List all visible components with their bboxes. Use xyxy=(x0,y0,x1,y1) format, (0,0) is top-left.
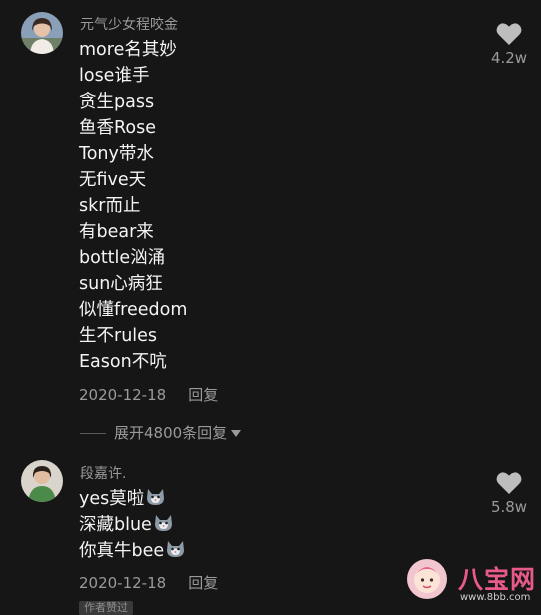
comment-line: 有bear来 xyxy=(79,222,154,242)
comment-line: 你真牛bee xyxy=(79,538,186,564)
comment-line: bottle汹涌 xyxy=(79,248,166,268)
expand-replies-label: 展开4800条回复 xyxy=(114,424,228,442)
expand-replies-button[interactable]: 展开4800条回复 xyxy=(80,422,242,443)
comment-line: 似懂freedom xyxy=(79,300,188,320)
comment-date: 2020-12-18 xyxy=(79,386,167,404)
heart-icon xyxy=(496,23,522,45)
cat-face-emoji-icon xyxy=(147,489,165,505)
like-count: 5.8w xyxy=(490,498,528,516)
comment-line: Tony带水 xyxy=(79,144,154,164)
comment-line: 生不rules xyxy=(79,326,158,346)
comment-item: 元气少女程咬金 more名其妙 lose谁手 贪生pass 鱼香Rose Ton… xyxy=(0,0,541,450)
comment-meta: 2020-12-18 回复 xyxy=(79,384,218,405)
divider xyxy=(80,433,106,434)
comment-line-text: 深藏blue xyxy=(79,515,152,535)
reply-button[interactable]: 回复 xyxy=(188,386,218,404)
cat-face-emoji-icon xyxy=(154,515,172,531)
baby-logo-icon xyxy=(407,559,447,599)
author-liked-badge: 作者赞过 xyxy=(79,601,133,615)
comment-line: 深藏blue xyxy=(79,512,186,538)
watermark: 八宝网 www.8bb.com xyxy=(406,558,536,608)
comment-line: sun心病狂 xyxy=(79,274,163,294)
comment-meta: 2020-12-18 回复 xyxy=(79,572,218,593)
like-button[interactable]: 5.8w xyxy=(488,471,530,516)
comment-line-text: yes莫啦 xyxy=(79,489,145,509)
comment-line: lose谁手 xyxy=(79,66,150,86)
comment-line: more名其妙 xyxy=(79,40,177,60)
comment-line: Eason不吭 xyxy=(79,352,167,372)
avatar[interactable] xyxy=(21,12,63,54)
like-count: 4.2w xyxy=(490,49,528,67)
comment-line: yes莫啦 xyxy=(79,486,186,512)
heart-icon xyxy=(496,472,522,494)
comment-date: 2020-12-18 xyxy=(79,574,167,592)
comment-text: yes莫啦 深藏blue 你真牛bee xyxy=(79,486,186,564)
watermark-url: www.8bb.com xyxy=(460,592,531,603)
comment-text: more名其妙 lose谁手 贪生pass 鱼香Rose Tony带水 无fiv… xyxy=(79,37,187,375)
comment-line: 贪生pass xyxy=(79,92,155,112)
comment-line: 无five天 xyxy=(79,170,147,190)
comment-line-text: 你真牛bee xyxy=(79,541,165,561)
username[interactable]: 元气少女程咬金 xyxy=(80,14,178,34)
watermark-brand: 八宝网 xyxy=(458,565,537,594)
comment-line: skr而止 xyxy=(79,196,141,216)
comment-line: 鱼香Rose xyxy=(79,118,156,138)
like-button[interactable]: 4.2w xyxy=(488,22,530,67)
username[interactable]: 段嘉许. xyxy=(80,463,126,483)
reply-button[interactable]: 回复 xyxy=(188,574,218,592)
cat-face-emoji-icon xyxy=(167,541,185,557)
chevron-down-icon xyxy=(231,430,242,437)
avatar[interactable] xyxy=(21,460,63,502)
